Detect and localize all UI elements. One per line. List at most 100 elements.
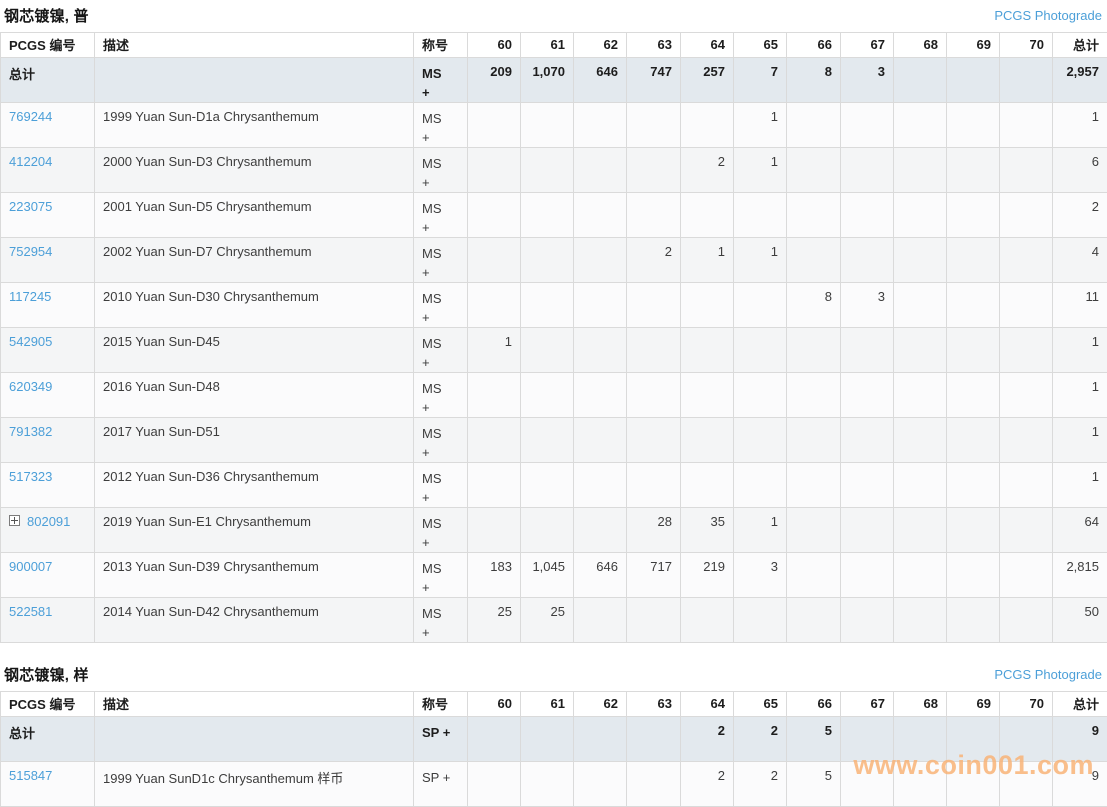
grade-count-cell: 5 — [787, 762, 841, 807]
grade-count-cell — [1000, 283, 1053, 328]
grade-69-column-header: 69 — [947, 33, 1000, 58]
total-count-cell: 11 — [1053, 283, 1107, 328]
pcgs-number-link[interactable]: 542905 — [9, 334, 52, 349]
total-column-header: 总计 — [1053, 692, 1107, 717]
coin-description-cell: 1999 Yuan SunD1c Chrysanthemum 样币 — [95, 762, 414, 807]
grade-count-cell — [894, 463, 947, 508]
grade-count-cell — [841, 508, 894, 553]
grade-count-cell: 1 — [734, 148, 787, 193]
total-count-cell: 2,957 — [1053, 58, 1107, 103]
pcgs-number-link[interactable]: 515847 — [9, 768, 52, 783]
pcgs-number-link[interactable]: 802091 — [27, 514, 70, 529]
grade-count-cell — [947, 553, 1000, 598]
grade-count-cell — [521, 463, 574, 508]
coin-description-cell: 2000 Yuan Sun-D3 Chrysanthemum — [95, 148, 414, 193]
grade-count-cell: 3 — [841, 58, 894, 103]
designation-cell: MS + — [414, 598, 468, 643]
designation-text: SP + — [422, 768, 452, 787]
pcgs-number-link[interactable]: 412204 — [9, 154, 52, 169]
grade-count-cell — [894, 193, 947, 238]
grade-count-cell — [734, 598, 787, 643]
grade-count-cell — [947, 193, 1000, 238]
table-body: 总计MS +2091,0706467472577832,957769244199… — [1, 58, 1107, 643]
pcgs-number-cell: 900007 — [1, 553, 95, 598]
photograde-link[interactable]: PCGS Photograde — [994, 667, 1105, 682]
grade-count-cell — [627, 598, 681, 643]
designation-cell: MS + — [414, 553, 468, 598]
grade-count-cell — [468, 103, 521, 148]
table-row: 2230752001 Yuan Sun-D5 ChrysanthemumMS +… — [1, 193, 1107, 238]
grade-count-cell: 1 — [468, 328, 521, 373]
pcgs-number-link[interactable]: 769244 — [9, 109, 52, 124]
grade-count-cell — [734, 193, 787, 238]
grade-count-cell — [1000, 762, 1053, 807]
pcgs-number-link[interactable]: 620349 — [9, 379, 52, 394]
designation-text: MS + — [422, 244, 452, 282]
photograde-link[interactable]: PCGS Photograde — [994, 8, 1105, 23]
grade-64-column-header: 64 — [681, 33, 734, 58]
designation-text: MS + — [422, 199, 452, 237]
grade-count-cell — [787, 103, 841, 148]
pcgs-number-link[interactable]: 752954 — [9, 244, 52, 259]
designation-cell: MS + — [414, 103, 468, 148]
coin-description-cell: 2015 Yuan Sun-D45 — [95, 328, 414, 373]
expand-plus-icon[interactable] — [9, 515, 20, 526]
grade-61-column-header: 61 — [521, 692, 574, 717]
grade-count-cell — [734, 373, 787, 418]
grade-count-cell: 25 — [468, 598, 521, 643]
pcgs-number-link[interactable]: 900007 — [9, 559, 52, 574]
grade-count-cell — [627, 148, 681, 193]
grade-count-cell — [787, 328, 841, 373]
grade-count-cell — [787, 598, 841, 643]
grade-66-column-header: 66 — [787, 33, 841, 58]
designation-text: MS + — [422, 64, 452, 102]
grade-count-cell — [734, 418, 787, 463]
grade-count-cell: 5 — [787, 717, 841, 762]
designation-cell: MS + — [414, 373, 468, 418]
grade-count-cell — [681, 418, 734, 463]
grade-61-column-header: 61 — [521, 33, 574, 58]
table-row: 7692441999 Yuan Sun-D1a ChrysanthemumMS … — [1, 103, 1107, 148]
grade-count-cell — [468, 717, 521, 762]
grade-count-cell: 8 — [787, 58, 841, 103]
grade-count-cell — [787, 238, 841, 283]
grade-count-cell: 2 — [734, 717, 787, 762]
totals-label-cell: 总计 — [1, 717, 95, 762]
grade-70-column-header: 70 — [1000, 33, 1053, 58]
pcgs-number-cell: 752954 — [1, 238, 95, 283]
grade-count-cell — [841, 373, 894, 418]
grade-count-cell — [947, 238, 1000, 283]
pcgs-number-link[interactable]: 223075 — [9, 199, 52, 214]
grade-count-cell — [947, 328, 1000, 373]
pcgs-number-link[interactable]: 117245 — [9, 289, 51, 304]
totals-description-cell — [95, 58, 414, 103]
grade-count-cell — [574, 717, 627, 762]
designation-text: MS + — [422, 424, 452, 462]
grade-count-cell — [521, 328, 574, 373]
grade-count-cell — [521, 103, 574, 148]
designation-cell: MS + — [414, 328, 468, 373]
grade-count-cell — [841, 717, 894, 762]
pcgs-number-link[interactable]: 517323 — [9, 469, 52, 484]
grade-63-column-header: 63 — [627, 33, 681, 58]
grade-67-column-header: 67 — [841, 33, 894, 58]
section-regular-strike: 钢芯镀镍, 普 PCGS Photograde PCGS 编号 描述 称号 60… — [0, 0, 1107, 643]
grade-count-cell — [787, 373, 841, 418]
grade-count-cell — [574, 463, 627, 508]
grade-count-cell — [947, 283, 1000, 328]
grade-count-cell: 209 — [468, 58, 521, 103]
grade-count-cell — [894, 508, 947, 553]
total-count-cell: 4 — [1053, 238, 1107, 283]
grade-count-cell: 257 — [681, 58, 734, 103]
grade-count-cell — [574, 193, 627, 238]
grade-count-cell: 717 — [627, 553, 681, 598]
grade-count-cell — [574, 103, 627, 148]
totals-description-cell — [95, 717, 414, 762]
pcgs-number-link[interactable]: 522581 — [9, 604, 52, 619]
population-table: PCGS 编号 描述 称号 60 61 62 63 64 65 66 67 68… — [0, 691, 1107, 807]
pcgs-number-cell: 542905 — [1, 328, 95, 373]
pcgs-number-link[interactable]: 791382 — [9, 424, 52, 439]
section-title: 钢芯镀镍, 普 — [4, 5, 89, 26]
grade-count-cell: 28 — [627, 508, 681, 553]
grade-count-cell — [468, 418, 521, 463]
